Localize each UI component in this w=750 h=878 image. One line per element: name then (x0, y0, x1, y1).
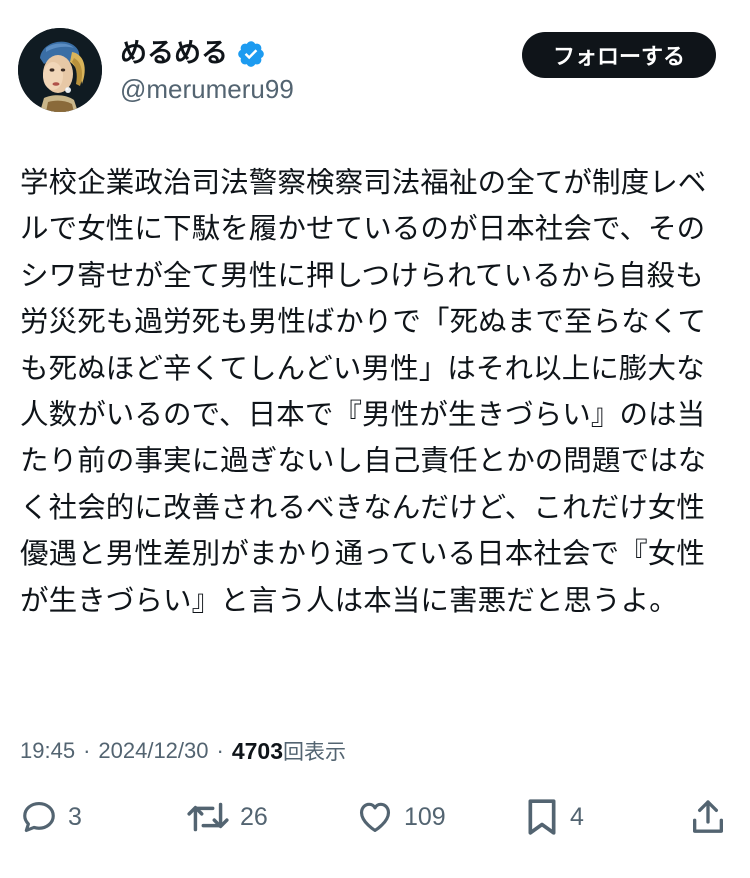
retweet-icon (187, 802, 229, 832)
views-label: 回表示 (283, 740, 346, 764)
avatar-image (18, 28, 102, 112)
reply-button[interactable]: 3 (20, 794, 82, 840)
meta-separator: · (216, 738, 224, 763)
share-icon (693, 800, 723, 833)
tweet-meta: 19:45 · 2024/12/30 · 4703 回表示 (20, 733, 346, 769)
action-bar: 3 26 109 4 (20, 794, 730, 840)
avatar[interactable] (18, 28, 102, 112)
name-row: めるめる (120, 34, 266, 74)
follow-button[interactable]: フォローする (522, 32, 716, 78)
views-count[interactable]: 4703 (232, 738, 283, 765)
tweet-time[interactable]: 19:45 (20, 738, 75, 764)
tweet-text: 学校企業政治司法警察検察司法福祉の全てが制度レベルで女性に下駄を履かせているのが… (20, 166, 707, 617)
heart-icon (359, 802, 391, 833)
display-name[interactable]: めるめる (120, 34, 228, 74)
like-count: 109 (404, 802, 446, 831)
bookmark-icon (528, 799, 556, 835)
user-handle[interactable]: @merumeru99 (120, 72, 294, 106)
tweet-header: めるめる @merumeru99 フォローする (0, 0, 750, 130)
retweet-count: 26 (240, 802, 268, 831)
bookmark-count: 4 (570, 802, 584, 831)
like-button[interactable]: 109 (356, 794, 446, 840)
retweet-button[interactable]: 26 (186, 794, 268, 840)
tweet-date[interactable]: 2024/12/30 (98, 738, 208, 764)
verified-badge-icon (236, 39, 266, 69)
reply-count: 3 (68, 802, 82, 831)
share-button[interactable] (688, 794, 728, 840)
bookmark-button[interactable]: 4 (524, 794, 584, 840)
reply-icon (23, 801, 55, 833)
meta-separator: · (83, 738, 91, 763)
